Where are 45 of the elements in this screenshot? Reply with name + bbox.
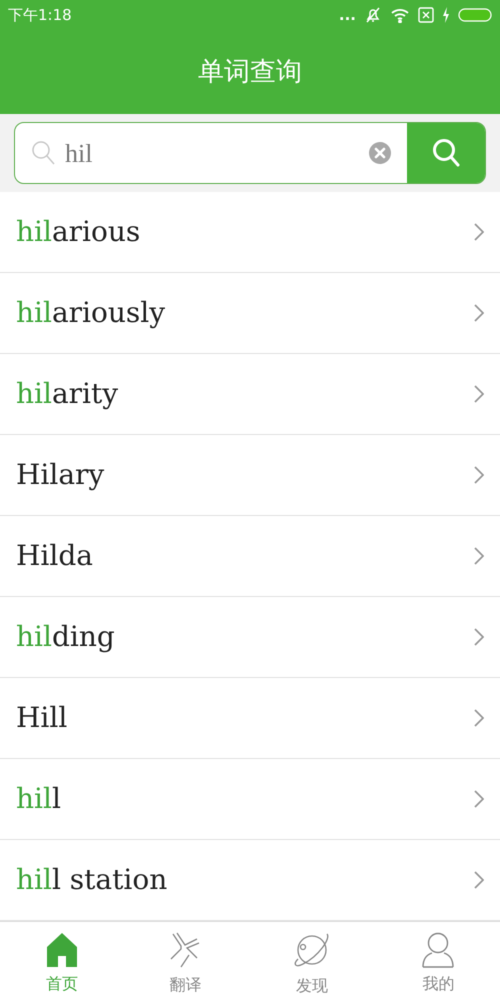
tab[interactable]: 翻译	[124, 922, 247, 1000]
clear-icon[interactable]	[369, 142, 391, 164]
no-sim-icon	[418, 7, 434, 23]
chevron-right-icon	[474, 709, 484, 727]
result-row[interactable]: hilding	[0, 597, 500, 678]
person-icon	[422, 932, 454, 968]
result-word: hilarious	[16, 214, 140, 250]
tab[interactable]: 发现	[247, 922, 376, 1000]
result-row[interactable]: Hill	[0, 678, 500, 759]
result-row[interactable]: hill station	[0, 840, 500, 921]
chevron-right-icon	[474, 871, 484, 889]
result-row[interactable]: hill	[0, 759, 500, 840]
page-title: 单词查询	[198, 56, 302, 88]
result-word: hilarity	[16, 376, 118, 412]
result-word: hilding	[16, 619, 115, 655]
result-row[interactable]: Hilary	[0, 435, 500, 516]
result-row[interactable]: Hilda	[0, 516, 500, 597]
wifi-icon	[390, 7, 410, 23]
search-icon	[432, 138, 460, 168]
result-word: hill	[16, 781, 61, 817]
more-dots: ...	[338, 8, 356, 22]
crossed-arrows-icon	[169, 930, 202, 968]
home-icon	[46, 932, 78, 968]
result-row[interactable]: hilariously	[0, 273, 500, 354]
result-row[interactable]: hilarious	[0, 192, 500, 273]
result-word: Hilda	[16, 538, 93, 574]
chevron-right-icon	[474, 466, 484, 484]
search-icon	[31, 140, 55, 166]
result-row[interactable]: hilarity	[0, 354, 500, 435]
battery-icon	[458, 8, 492, 22]
muted-bell-icon	[364, 6, 382, 24]
search-button[interactable]	[407, 123, 485, 183]
chevron-right-icon	[474, 628, 484, 646]
tab[interactable]: 我的	[376, 922, 500, 1000]
chevron-right-icon	[474, 547, 484, 565]
status-time: 下午1:18	[8, 4, 72, 26]
result-word: hilariously	[16, 295, 166, 331]
result-word: hill station	[16, 862, 168, 898]
chevron-right-icon	[474, 304, 484, 322]
chevron-right-icon	[474, 223, 484, 241]
charging-icon	[442, 7, 450, 23]
chevron-right-icon	[474, 385, 484, 403]
chevron-right-icon	[474, 790, 484, 808]
result-word: Hill	[16, 700, 68, 736]
result-word: Hilary	[16, 457, 104, 493]
